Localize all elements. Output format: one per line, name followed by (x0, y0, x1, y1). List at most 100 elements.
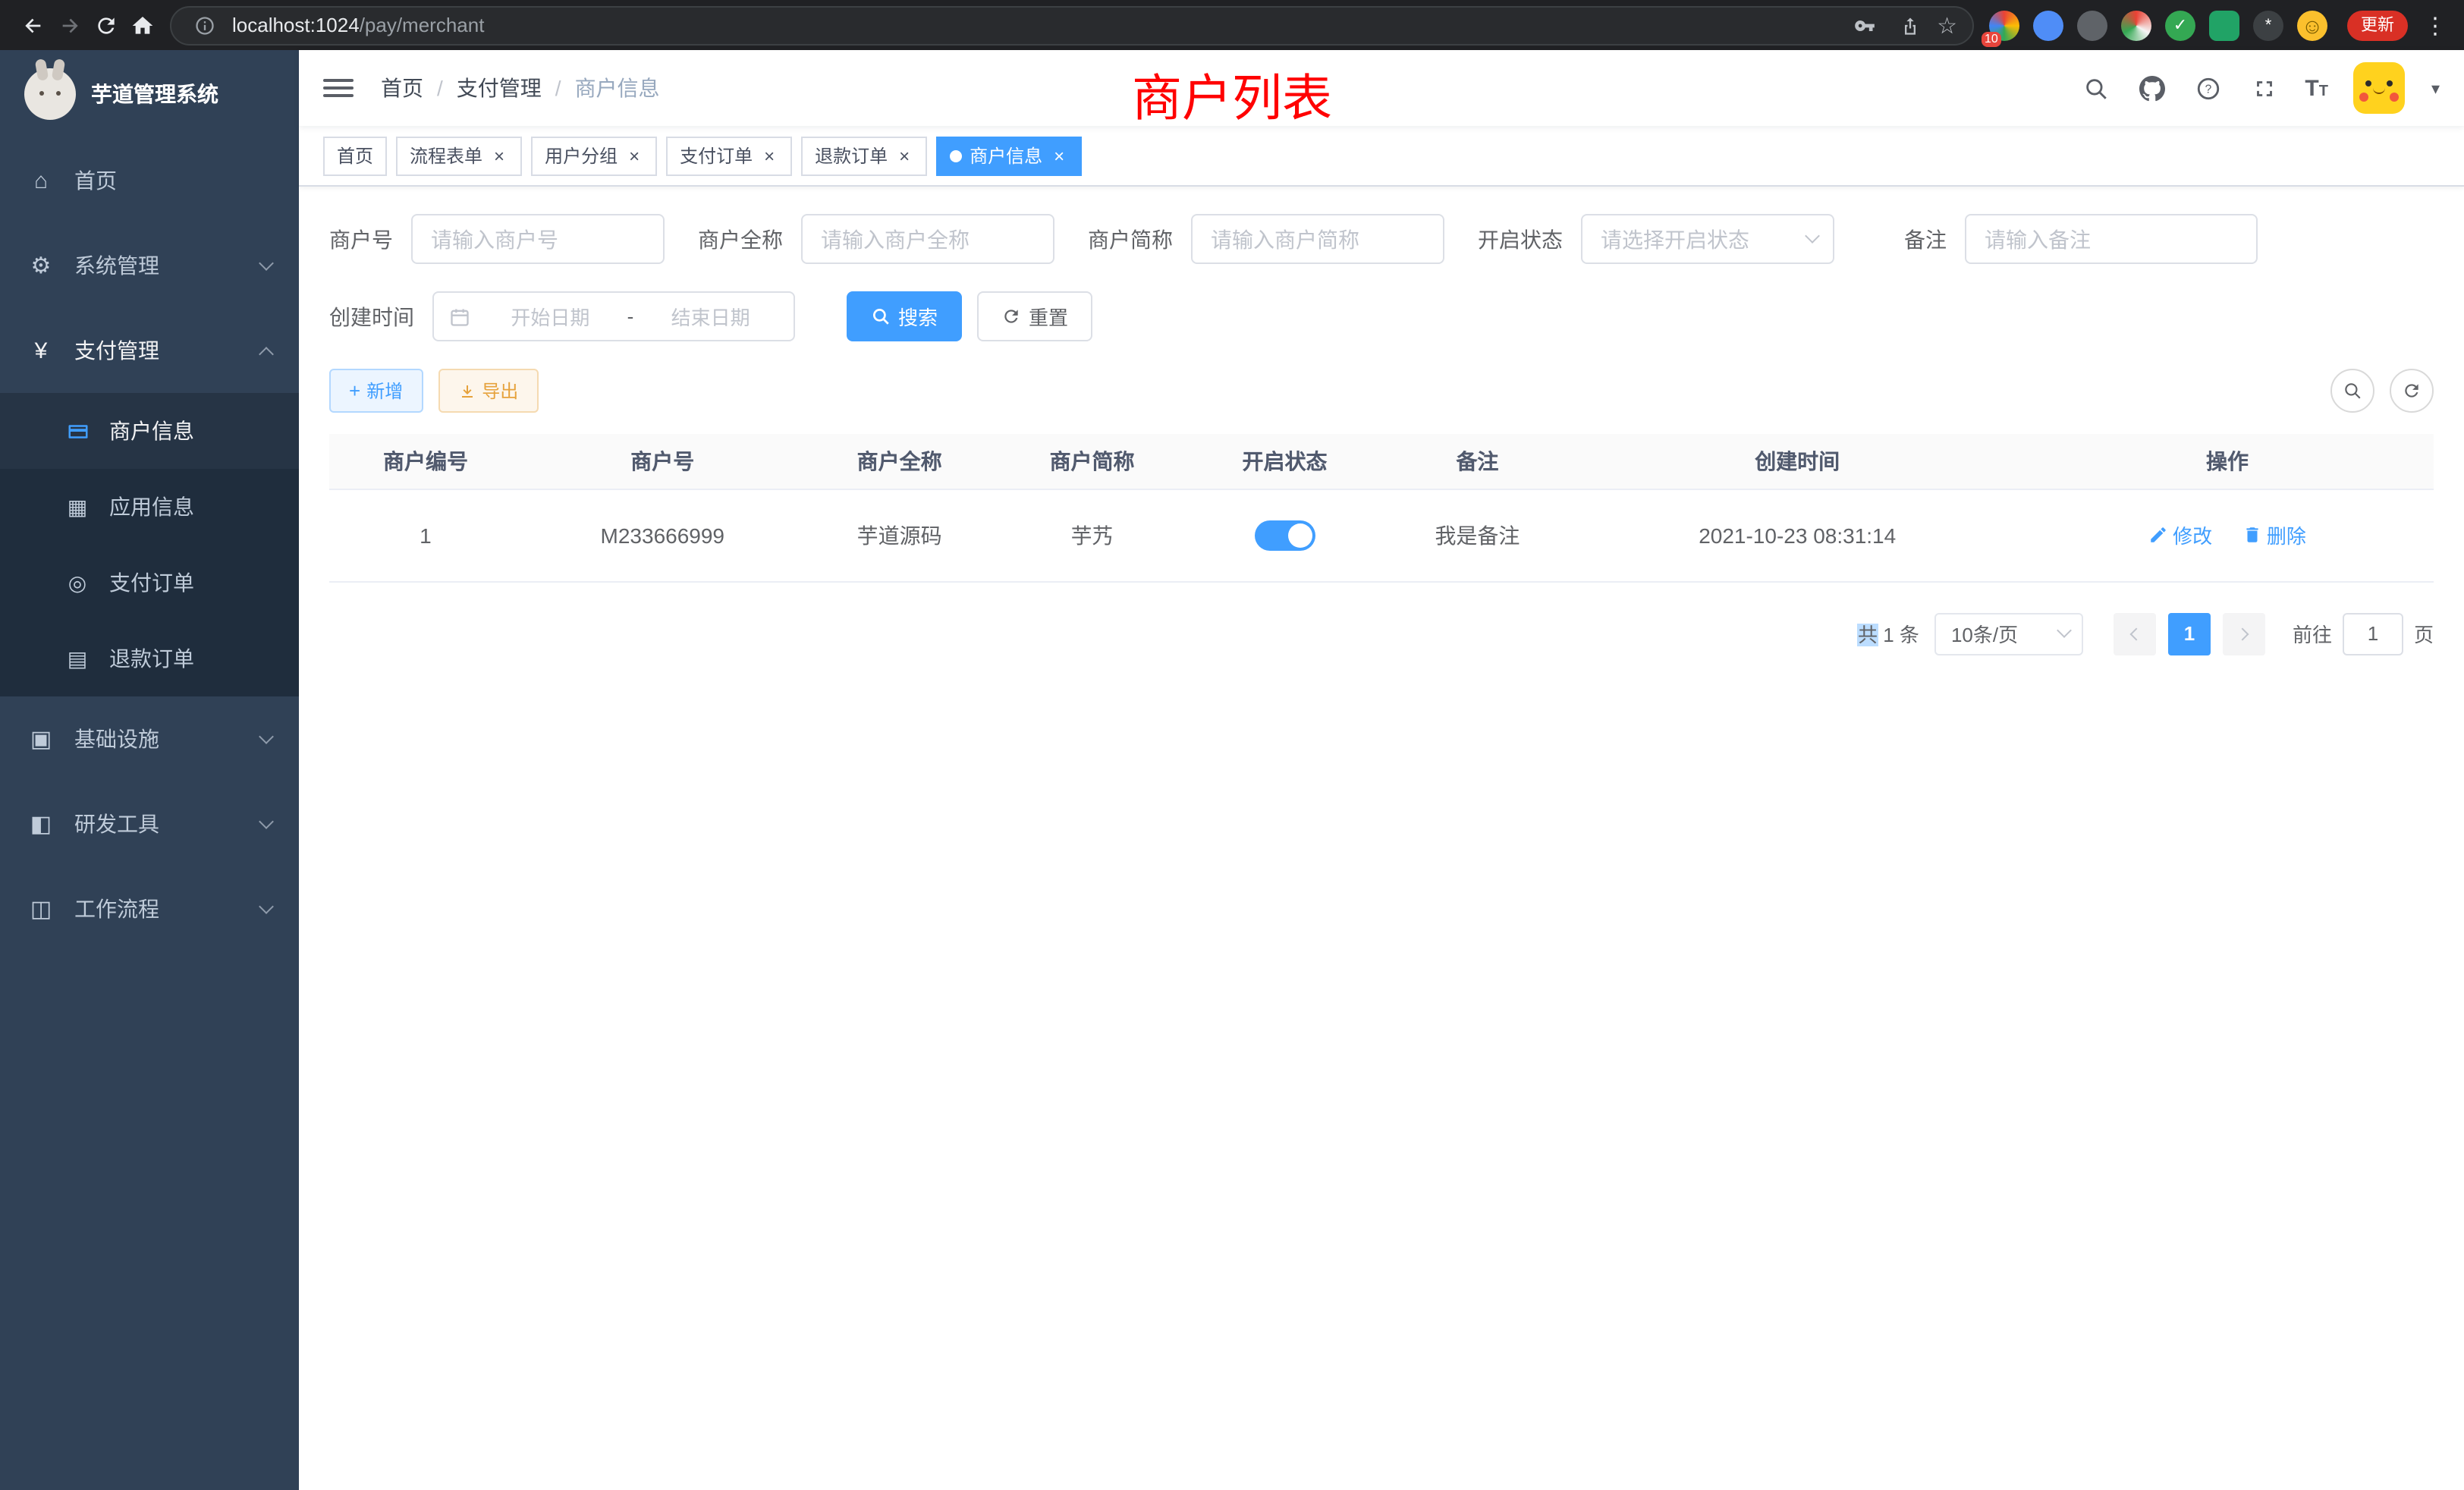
short-name-input[interactable] (1191, 214, 1444, 264)
avatar-dropdown-icon[interactable]: ▾ (2431, 78, 2440, 98)
sidebar-item-dev-tools[interactable]: ◧ 研发工具 (0, 781, 299, 866)
monitor-icon: ▣ (27, 725, 55, 753)
document-icon: ▤ (64, 646, 91, 671)
export-button-label: 导出 (482, 378, 518, 404)
chevron-down-icon (1805, 228, 1820, 244)
app-logo[interactable]: 芋道管理系统 (0, 50, 299, 138)
browser-menu-icon[interactable]: ⋮ (2422, 11, 2449, 39)
close-icon[interactable]: × (1050, 146, 1068, 165)
delete-button[interactable]: 删除 (2242, 520, 2306, 549)
extension-icon-5[interactable]: ✓ (2165, 10, 2195, 40)
page-number-button[interactable]: 1 (2168, 612, 2211, 655)
update-button[interactable]: 更新 (2347, 10, 2408, 40)
yen-icon: ¥ (27, 338, 55, 363)
sidebar-item-system[interactable]: ⚙ 系统管理 (0, 223, 299, 308)
extension-icon-1[interactable]: 10 (1989, 10, 2019, 40)
remark-input[interactable] (1965, 214, 2258, 264)
cell-full-name: 芋道源码 (803, 489, 996, 581)
home-icon[interactable] (124, 7, 161, 43)
tab-label: 商户信息 (970, 143, 1042, 168)
cell-merchant-no: M233666999 (522, 489, 803, 581)
breadcrumb-home[interactable]: 首页 (381, 73, 423, 103)
tab-user-group[interactable]: 用户分组 × (531, 136, 657, 175)
sidebar-item-workflow[interactable]: ◫ 工作流程 (0, 866, 299, 951)
profile-avatar-icon[interactable]: ☺ (2297, 10, 2327, 40)
sidebar-item-infrastructure[interactable]: ▣ 基础设施 (0, 696, 299, 781)
breadcrumb-separator: / (423, 76, 457, 100)
close-icon[interactable]: × (490, 146, 508, 165)
gear-icon: ⚙ (27, 252, 55, 279)
password-key-icon[interactable] (1846, 7, 1882, 43)
sidebar-item-pay-order[interactable]: ◎ 支付订单 (0, 545, 299, 621)
date-start-placeholder: 开始日期 (479, 302, 621, 331)
tab-label: 用户分组 (545, 143, 618, 168)
extension-icon-7[interactable]: * (2253, 10, 2283, 40)
fullscreen-icon[interactable] (2249, 73, 2279, 103)
sidebar-item-merchant-info[interactable]: 商户信息 (0, 393, 299, 469)
status-switch[interactable] (1255, 520, 1315, 550)
breadcrumb-payment[interactable]: 支付管理 (457, 73, 542, 103)
sidebar-item-label: 工作流程 (74, 894, 159, 924)
page-size-select[interactable]: 10条/页 (1934, 612, 2083, 655)
sidebar-item-refund-order[interactable]: ▤ 退款订单 (0, 621, 299, 696)
table-row: 1 M233666999 芋道源码 芋艿 我是备注 2021-10-23 08:… (329, 489, 2434, 581)
next-page-button[interactable] (2223, 612, 2265, 655)
edit-button[interactable]: 修改 (2148, 520, 2212, 549)
extension-icon-3[interactable] (2077, 10, 2107, 40)
merchant-no-label: 商户号 (329, 224, 393, 254)
pencil-icon (2148, 525, 2168, 545)
search-button[interactable]: 搜索 (847, 291, 962, 341)
app-title: 芋道管理系统 (91, 79, 218, 109)
address-bar[interactable]: localhost:1024/pay/merchant ☆ (170, 5, 1974, 45)
export-button[interactable]: 导出 (438, 369, 538, 413)
calendar-icon (449, 306, 470, 327)
goto-page-input[interactable] (2343, 612, 2403, 655)
add-button[interactable]: + 新增 (329, 369, 423, 413)
tab-refund-order[interactable]: 退款订单 × (801, 136, 927, 175)
sidebar-item-app-info[interactable]: ▦ 应用信息 (0, 469, 299, 545)
toggle-search-button[interactable] (2330, 369, 2374, 413)
reset-button[interactable]: 重置 (977, 291, 1092, 341)
goto-label: 前往 (2293, 619, 2332, 648)
extension-icon-2[interactable] (2033, 10, 2063, 40)
sidebar-item-payment[interactable]: ¥ 支付管理 (0, 308, 299, 393)
close-icon[interactable]: × (760, 146, 778, 165)
pagination-total-prefix: 共 (1858, 624, 1878, 646)
tab-process-form[interactable]: 流程表单 × (396, 136, 522, 175)
tab-merchant-info[interactable]: 商户信息 × (936, 136, 1082, 175)
date-range-picker[interactable]: 开始日期 - 结束日期 (432, 291, 795, 341)
search-icon[interactable] (2080, 73, 2110, 103)
extension-icon-4[interactable] (2121, 10, 2151, 40)
font-size-icon[interactable]: TT (2305, 77, 2328, 99)
pagination: 共 1 条 10条/页 1 前往 页 (329, 612, 2434, 655)
github-icon[interactable] (2136, 73, 2167, 103)
close-icon[interactable]: × (625, 146, 643, 165)
site-info-icon[interactable] (187, 7, 223, 43)
reload-icon[interactable] (88, 7, 124, 43)
status-select[interactable]: 请选择开启状态 (1581, 214, 1834, 264)
sidebar-toggle-icon[interactable] (323, 79, 354, 97)
back-icon[interactable] (15, 7, 52, 43)
merchant-no-input[interactable] (411, 214, 665, 264)
chevron-down-icon (259, 728, 274, 743)
tab-pay-order[interactable]: 支付订单 × (666, 136, 792, 175)
sidebar-item-label: 研发工具 (74, 809, 159, 839)
full-name-input[interactable] (801, 214, 1054, 264)
forward-icon[interactable] (52, 7, 88, 43)
prev-page-button[interactable] (2114, 612, 2156, 655)
user-avatar[interactable] (2354, 62, 2406, 114)
url-host: localhost:1024 (232, 14, 360, 36)
close-icon[interactable]: × (895, 146, 913, 165)
refresh-table-button[interactable] (2390, 369, 2434, 413)
help-icon[interactable]: ? (2192, 73, 2223, 103)
url-text[interactable]: localhost:1024/pay/merchant (232, 14, 1846, 36)
plus-icon: + (349, 381, 360, 401)
sidebar-item-home[interactable]: ⌂ 首页 (0, 138, 299, 223)
share-icon[interactable] (1891, 7, 1928, 43)
bookmark-star-icon[interactable]: ☆ (1937, 11, 1957, 39)
date-separator: - (621, 305, 640, 328)
extension-icon-6[interactable] (2209, 10, 2239, 40)
tabs-bar: 首页 流程表单 × 用户分组 × 支付订单 × 退款订单 × (299, 126, 2464, 187)
extension-badge: 10 (1982, 31, 2001, 46)
tab-home[interactable]: 首页 (323, 136, 387, 175)
